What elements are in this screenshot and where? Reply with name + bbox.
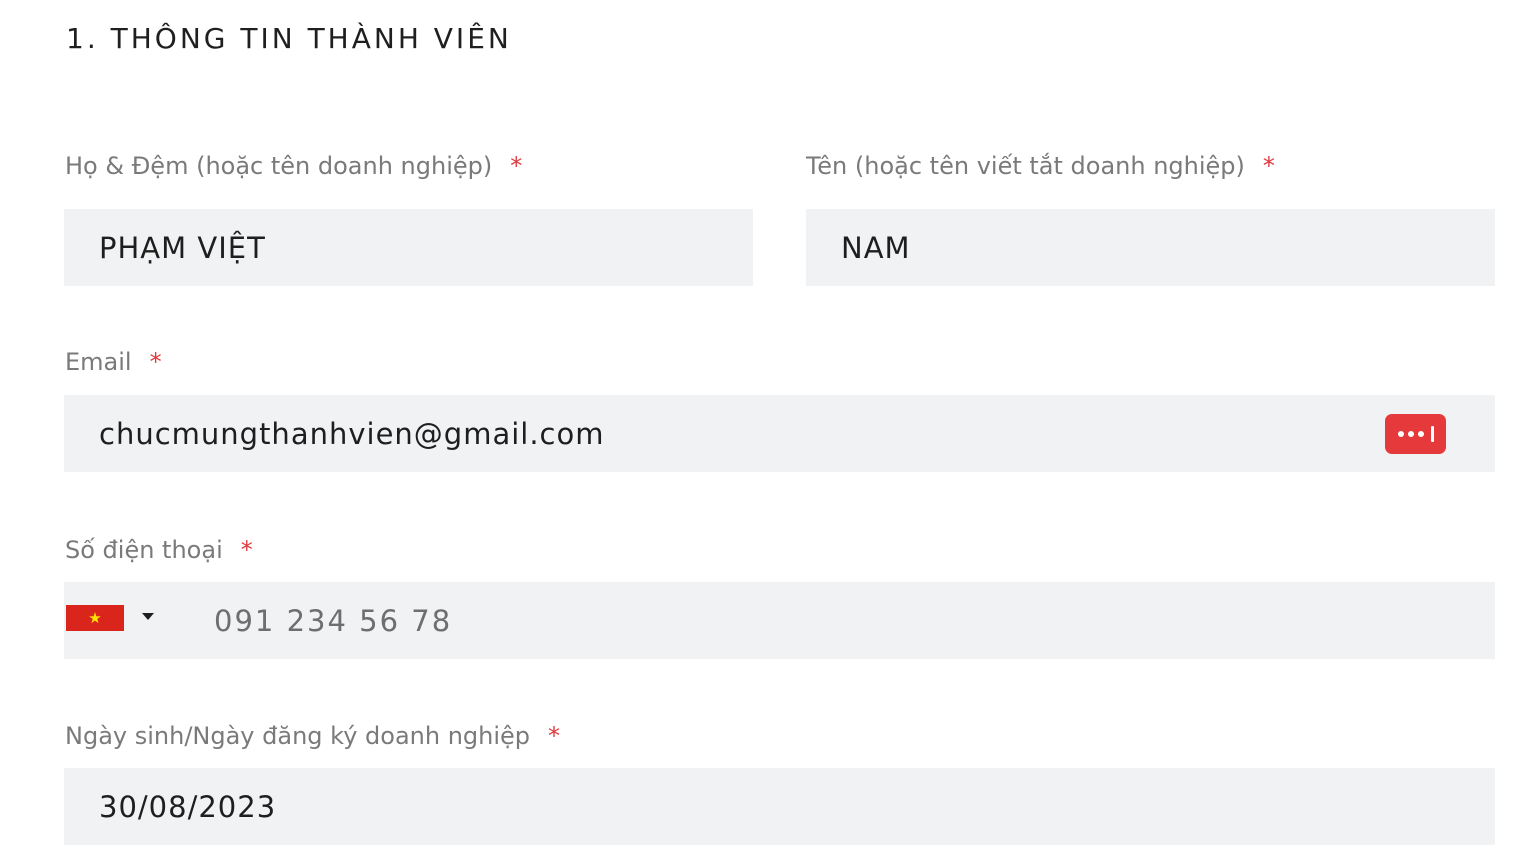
section-title: 1. THÔNG TIN THÀNH VIÊN <box>66 22 512 55</box>
phone-label-text: Số điện thoại <box>65 536 223 564</box>
cursor-bar <box>1430 426 1434 442</box>
phone-label: Số điện thoại * <box>65 536 253 564</box>
email-label-text: Email <box>65 348 132 376</box>
required-asterisk: * <box>149 348 162 376</box>
email-label: Email * <box>65 348 162 376</box>
caret-down-icon[interactable] <box>142 613 154 620</box>
dob-label-text: Ngày sinh/Ngày đăng ký doanh nghiệp <box>65 722 531 750</box>
password-manager-icon[interactable] <box>1385 414 1446 454</box>
member-info-form: 1. THÔNG TIN THÀNH VIÊN Họ & Đệm (hoặc t… <box>0 0 1536 864</box>
dot <box>1407 431 1414 437</box>
last-name-label-text: Họ & Đệm (hoặc tên doanh nghiệp) <box>65 152 493 180</box>
phone-value: 091 234 56 78 <box>214 603 453 638</box>
last-name-label: Họ & Đệm (hoặc tên doanh nghiệp) * <box>65 152 522 180</box>
dob-label: Ngày sinh/Ngày đăng ký doanh nghiệp * <box>65 722 560 750</box>
required-asterisk: * <box>1262 152 1275 180</box>
first-name-label-text: Tên (hoặc tên viết tắt doanh nghiệp) <box>806 152 1245 180</box>
dob-value: 30/08/2023 <box>99 789 277 824</box>
required-asterisk: * <box>510 152 523 180</box>
dot <box>1417 431 1424 437</box>
first-name-field[interactable]: NAM <box>806 209 1495 286</box>
phone-field[interactable]: ★ 091 234 56 78 <box>64 582 1495 659</box>
last-name-value: PHẠM VIỆT <box>99 230 266 265</box>
dot <box>1397 431 1404 437</box>
dob-field[interactable]: 30/08/2023 <box>64 768 1495 845</box>
required-asterisk: * <box>240 536 253 564</box>
last-name-field[interactable]: PHẠM VIỆT <box>64 209 753 286</box>
email-value: chucmungthanhvien@gmail.com <box>99 416 605 451</box>
vietnam-flag-icon[interactable]: ★ <box>66 605 124 631</box>
first-name-value: NAM <box>841 230 911 265</box>
email-field[interactable]: chucmungthanhvien@gmail.com <box>64 395 1495 472</box>
first-name-label: Tên (hoặc tên viết tắt doanh nghiệp) * <box>806 152 1275 180</box>
required-asterisk: * <box>548 722 561 750</box>
